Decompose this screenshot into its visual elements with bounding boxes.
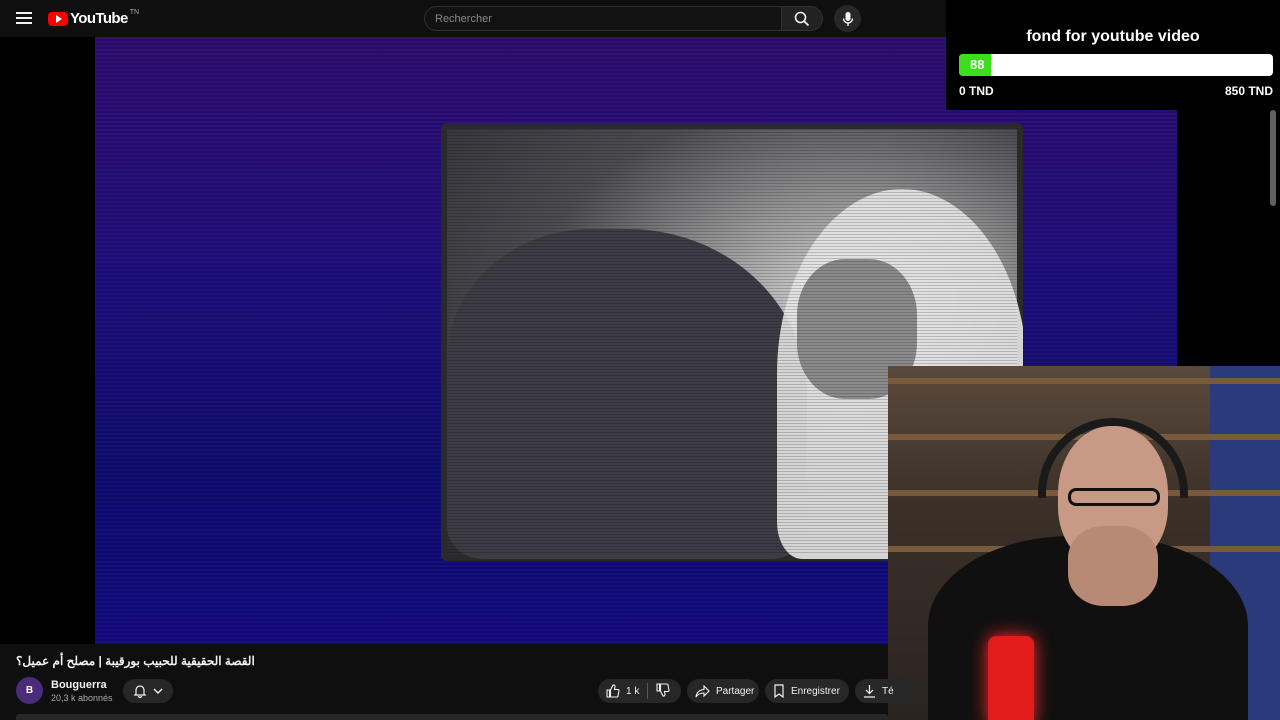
microphone <box>988 636 1034 720</box>
video-title: القصة الحقيقية للحبيب بورقيبة | مصلح أم … <box>16 654 255 668</box>
bookmark-icon <box>774 684 784 698</box>
search-input[interactable] <box>425 7 781 30</box>
youtube-logo[interactable]: YouTube TN <box>48 9 140 27</box>
dislike-button[interactable] <box>656 682 670 700</box>
streamer-webcam <box>888 366 1280 720</box>
like-button[interactable] <box>606 684 620 698</box>
like-dislike-group: 1 k <box>598 679 681 703</box>
channel-avatar[interactable]: B <box>16 677 43 704</box>
donation-title: fond for youtube video <box>1026 28 1200 45</box>
logo-country-code: TN <box>129 9 140 16</box>
description-box-edge[interactable] <box>16 714 888 720</box>
download-icon <box>864 685 875 698</box>
save-button[interactable]: Enregistrer <box>765 679 849 703</box>
thumbs-up-icon <box>606 684 620 698</box>
page-scrollbar[interactable] <box>1270 110 1276 206</box>
subscriber-count: 20,3 k abonnés <box>51 693 113 703</box>
like-count: 1 k <box>626 685 640 697</box>
logo-text: YouTube <box>70 10 128 27</box>
share-icon <box>695 684 710 697</box>
share-button[interactable]: Partager <box>687 679 759 703</box>
channel-name[interactable]: Bouguerra <box>51 679 107 691</box>
donation-max-label: 850 TND <box>1224 84 1273 98</box>
voice-search-button[interactable] <box>834 5 861 32</box>
menu-icon[interactable] <box>14 9 34 27</box>
donation-current-value: 88 <box>970 57 985 72</box>
chevron-down-icon <box>153 688 163 694</box>
mic-icon <box>842 11 853 26</box>
thumbs-down-icon <box>656 682 670 697</box>
donation-goal-overlay: fond for youtube video 88 0 TND 850 TND <box>946 0 1280 110</box>
search-box <box>424 6 782 31</box>
donation-min-label: 0 TND <box>959 84 994 98</box>
subscribed-notifications-button[interactable] <box>123 679 173 703</box>
download-label: Té <box>882 685 894 697</box>
search-icon <box>794 11 810 26</box>
youtube-play-icon <box>48 11 68 26</box>
share-label: Partager <box>716 685 755 697</box>
donation-progress-bar: 88 <box>959 54 1273 76</box>
save-label: Enregistrer <box>791 685 840 697</box>
video-info: القصة الحقيقية للحبيب بورقيبة | مصلح أم … <box>0 644 915 720</box>
bell-icon <box>133 685 147 698</box>
download-button[interactable]: Té <box>855 679 915 703</box>
search-button[interactable] <box>781 6 823 31</box>
